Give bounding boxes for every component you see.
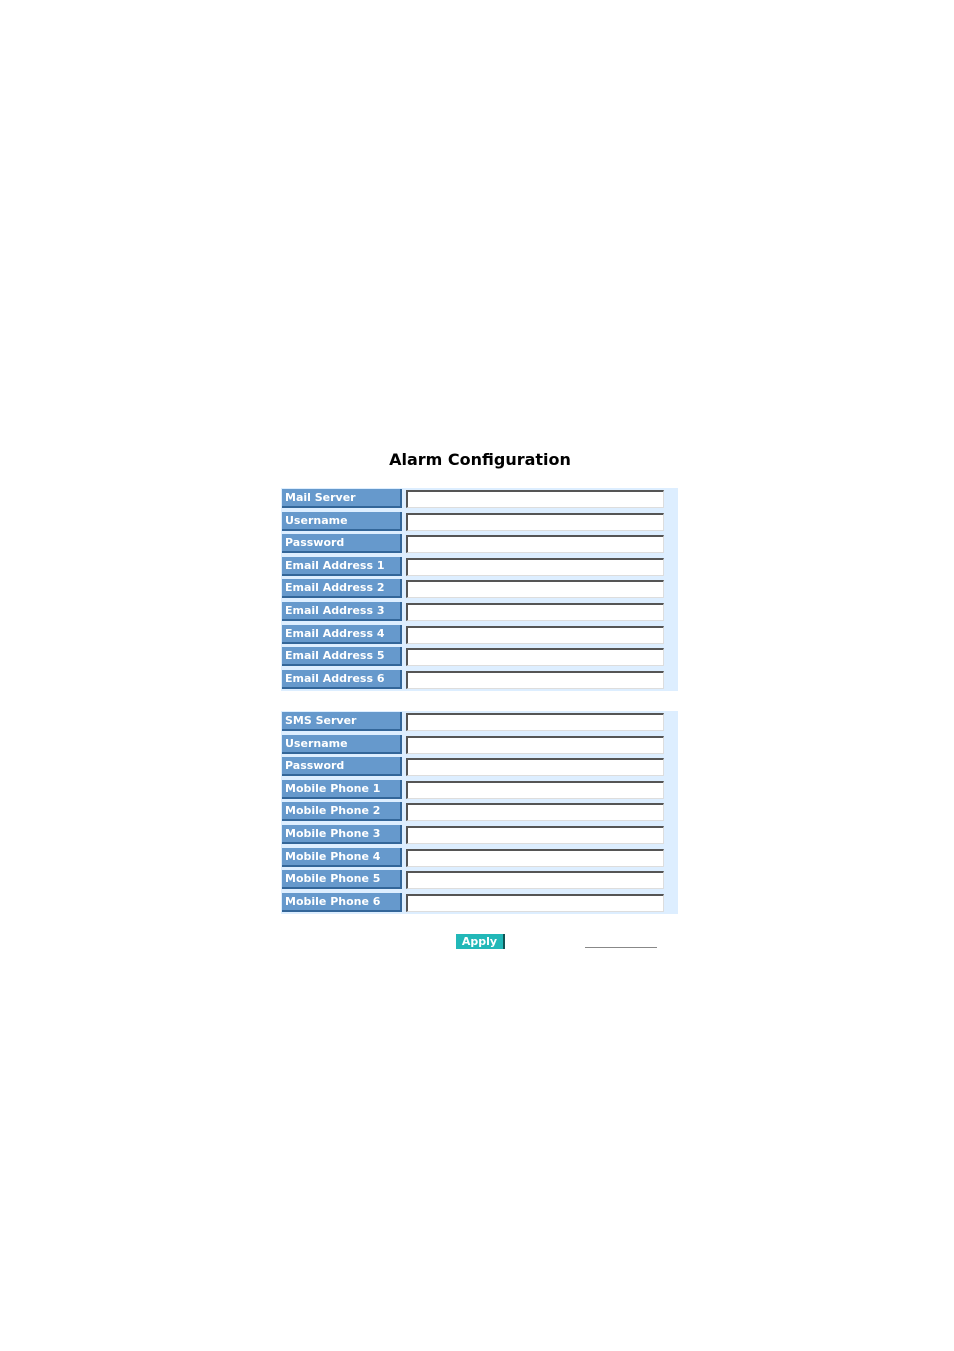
field-label: Username — [282, 511, 402, 531]
form-row-sms-server: SMS Server — [281, 711, 678, 734]
field-label: Mobile Phone 3 — [282, 824, 402, 844]
field-label: Password — [282, 534, 402, 554]
mobile-phone-6-input[interactable] — [406, 893, 664, 912]
field-label: Mobile Phone 6 — [282, 892, 402, 912]
mobile-phone-1-input[interactable] — [406, 780, 664, 799]
email-password-input[interactable] — [406, 535, 664, 554]
page-title: Alarm Configuration — [389, 450, 571, 469]
field-label: Username — [282, 734, 402, 754]
email-address-5-input[interactable] — [406, 648, 664, 667]
form-row-mobile-phone-2: Mobile Phone 2 — [281, 801, 678, 824]
mail-server-input[interactable] — [406, 490, 664, 508]
field-label: Email Address 4 — [282, 624, 402, 644]
email-settings-group: Mail Server Username Password Email Addr… — [281, 488, 678, 692]
apply-button[interactable]: Apply — [456, 934, 505, 949]
field-label: Mobile Phone 1 — [282, 779, 402, 799]
form-row-email-address-3: Email Address 3 — [281, 601, 678, 624]
email-address-2-input[interactable] — [406, 580, 664, 599]
sms-password-input[interactable] — [406, 758, 664, 777]
mobile-phone-3-input[interactable] — [406, 825, 664, 844]
form-row-mobile-phone-1: Mobile Phone 1 — [281, 779, 678, 802]
sms-username-input[interactable] — [406, 735, 664, 754]
field-label: SMS Server — [282, 712, 402, 731]
field-label: Mail Server — [282, 489, 402, 508]
email-address-3-input[interactable] — [406, 602, 664, 621]
form-row-mobile-phone-5: Mobile Phone 5 — [281, 869, 678, 892]
field-label: Email Address 6 — [282, 669, 402, 689]
form-row-email-username: Username — [281, 511, 678, 534]
form-row-email-address-5: Email Address 5 — [281, 646, 678, 669]
field-label: Mobile Phone 4 — [282, 847, 402, 867]
form-row-email-address-1: Email Address 1 — [281, 556, 678, 579]
form-row-sms-username: Username — [281, 734, 678, 757]
field-label: Email Address 3 — [282, 601, 402, 621]
email-address-6-input[interactable] — [406, 670, 664, 689]
form-row-email-address-6: Email Address 6 — [281, 669, 678, 692]
form-row-mail-server: Mail Server — [281, 488, 678, 511]
form-row-email-password: Password — [281, 533, 678, 556]
mobile-phone-5-input[interactable] — [406, 871, 664, 890]
form-row-email-address-4: Email Address 4 — [281, 624, 678, 647]
divider-line — [585, 947, 657, 948]
form-row-sms-password: Password — [281, 756, 678, 779]
sms-settings-group: SMS Server Username Password Mobile Phon… — [281, 711, 678, 915]
mobile-phone-4-input[interactable] — [406, 848, 664, 867]
email-username-input[interactable] — [406, 512, 664, 531]
form-row-mobile-phone-3: Mobile Phone 3 — [281, 824, 678, 847]
field-label: Email Address 1 — [282, 556, 402, 576]
email-address-1-input[interactable] — [406, 557, 664, 576]
form-row-email-address-2: Email Address 2 — [281, 578, 678, 601]
email-address-4-input[interactable] — [406, 625, 664, 644]
mobile-phone-2-input[interactable] — [406, 803, 664, 822]
sms-server-input[interactable] — [406, 713, 664, 731]
form-row-mobile-phone-4: Mobile Phone 4 — [281, 847, 678, 870]
field-label: Mobile Phone 5 — [282, 870, 402, 890]
field-label: Mobile Phone 2 — [282, 802, 402, 822]
field-label: Password — [282, 757, 402, 777]
form-row-mobile-phone-6: Mobile Phone 6 — [281, 892, 678, 915]
field-label: Email Address 2 — [282, 579, 402, 599]
field-label: Email Address 5 — [282, 647, 402, 667]
